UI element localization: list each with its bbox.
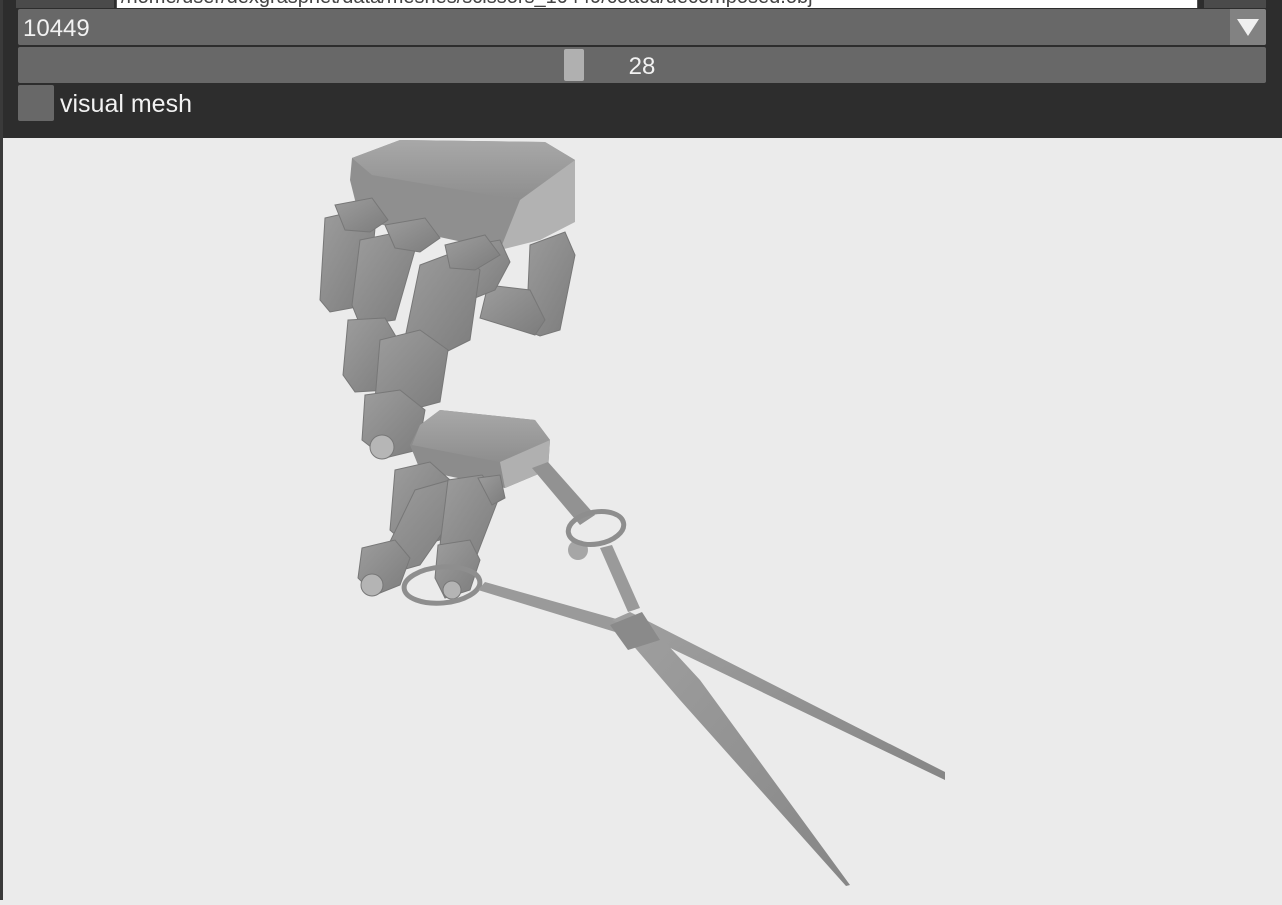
- browse-button[interactable]: [1204, 0, 1266, 8]
- object-id-value: 10449: [23, 15, 90, 42]
- upper-palm: [350, 140, 575, 250]
- object-id-dropdown[interactable]: 10449: [18, 9, 1266, 45]
- frame-slider[interactable]: 28: [18, 47, 1266, 83]
- lower-fingers: [357, 461, 506, 600]
- visual-mesh-label: visual mesh: [60, 90, 192, 118]
- path-label-chip: [16, 0, 114, 8]
- frame-slider-value: 28: [628, 53, 656, 80]
- visual-mesh-checkbox[interactable]: [18, 85, 54, 121]
- dropdown-arrow-button[interactable]: [1230, 9, 1266, 45]
- scissors: [401, 509, 945, 886]
- 3d-viewport[interactable]: [3, 138, 1282, 900]
- mesh-path-text: /home/user/dexgraspnet/data/meshes/sciss…: [121, 0, 813, 8]
- triangle-down-icon: [1237, 19, 1259, 36]
- hand-scissors-render: [319, 140, 945, 886]
- mesh-path-input[interactable]: /home/user/dexgraspnet/data/meshes/sciss…: [116, 0, 1198, 8]
